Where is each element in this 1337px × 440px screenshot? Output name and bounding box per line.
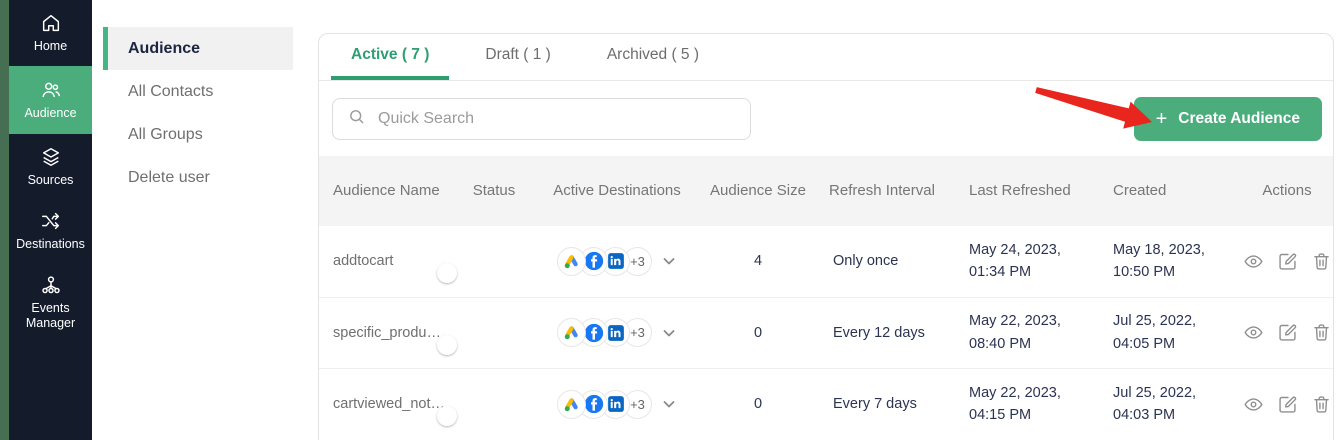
chevron-down-icon[interactable] [661,253,677,269]
destinations-icon [40,210,62,232]
tab-draft[interactable]: Draft ( 1 ) [465,34,570,80]
app-root: Home Audience Sources Destinations Events Ma… [0,0,1337,440]
delete-icon[interactable] [1311,322,1332,343]
table-body: addtocart +3 4 Only once May 24, 2023, 01:34 … [319,226,1333,440]
sidebar-item-audience[interactable]: Audience [103,27,293,70]
nav-item-events-manager[interactable]: Events Manager [9,264,92,341]
nav-item-destinations[interactable]: Destinations [9,200,92,262]
column-header-actions: Actions [1262,181,1312,199]
nav-item-label: Destinations [16,237,85,251]
nav-item-label: Events Manager [25,301,76,330]
nav-item-audience[interactable]: Audience [9,66,92,134]
active-destinations-cell: +3 [529,246,705,276]
table-row: specific_produ… +3 0 Every 12 days May 22, 2… [319,298,1333,369]
primary-sidebar: Home Audience Sources Destinations Events Ma… [0,0,92,440]
audience-size-cell: 0 [753,396,763,413]
last-refreshed-cell: May 22, 2023, 08:40 PM [969,313,1061,352]
chevron-down-icon[interactable] [661,325,677,341]
google-ads-icon [557,246,586,276]
created-cell: Jul 25, 2022, 04:03 PM [1113,384,1197,424]
table-row: cartviewed_not… +3 0 Every 7 days May 22, 20… [319,369,1333,440]
refresh-interval-cell: Every 7 days [833,396,917,413]
column-header-audience-name: Audience Name [333,181,440,199]
actions-cell [1241,251,1333,272]
google-ads-icon [557,389,586,419]
home-icon [40,12,62,34]
secondary-sidebar: Audience All Contacts All Groups Delete use… [92,0,310,440]
active-destinations-cell: +3 [529,318,705,348]
last-refreshed-cell: May 22, 2023, 04:15 PM [969,384,1061,424]
actions-cell [1241,394,1333,415]
create-audience-button[interactable]: + Create Audience [1133,96,1322,141]
delete-icon[interactable] [1311,251,1332,272]
refresh-interval-cell: Every 12 days [833,324,925,341]
tab-archived[interactable]: Archived ( 5 ) [587,34,719,80]
column-header-active-destinations: Active Destinations [553,181,681,199]
main-content: Active ( 7 ) Draft ( 1 ) Archived ( 5 ) + … [310,0,1337,440]
view-icon[interactable] [1243,394,1264,415]
tab-label: Active ( 7 ) [351,46,430,63]
nav-item-label: Sources [27,173,74,187]
actions-cell [1241,322,1333,343]
toolbar: + Create Audience [319,81,1333,156]
sidebar-item-label: Delete user [128,168,210,186]
view-icon[interactable] [1243,251,1264,272]
chevron-down-icon[interactable] [661,396,677,412]
audience-card: Active ( 7 ) Draft ( 1 ) Archived ( 5 ) + … [318,33,1334,440]
table-header: Audience Name Status Active Destinations Au… [319,156,1333,226]
sidebar-item-label: All Groups [128,125,203,143]
tab-label: Archived ( 5 ) [606,46,700,63]
nav-item-label: Audience [24,106,77,120]
search-box[interactable] [332,97,751,140]
tab-active[interactable]: Active ( 7 ) [331,34,450,80]
search-icon [347,107,366,131]
refresh-interval-cell: Only once [833,253,899,270]
column-header-last-refreshed: Last Refreshed [969,181,1071,199]
sidebar-item-label: All Contacts [128,82,214,100]
column-header-audience-size: Audience Size [710,181,806,199]
nav-item-home[interactable]: Home [9,2,92,64]
created-cell: May 18, 2023, 10:50 PM [1113,241,1205,281]
sidebar-item-all-contacts[interactable]: All Contacts [103,70,293,113]
nav-item-sources[interactable]: Sources [9,136,92,198]
delete-icon[interactable] [1311,394,1332,415]
table-row: addtocart +3 4 Only once May 24, 2023, 01:34 … [319,226,1333,298]
plus-icon: + [1155,107,1168,130]
sidebar-item-all-groups[interactable]: All Groups [103,113,293,156]
edit-icon[interactable] [1277,251,1298,272]
audience-size-cell: 0 [753,324,763,341]
tab-label: Draft ( 1 ) [485,46,551,63]
google-ads-icon [557,318,586,348]
column-header-status: Status [472,181,516,199]
audience-icon [40,79,62,101]
column-header-refresh-interval: Refresh Interval [829,181,935,199]
sidebar-item-label: Audience [128,39,201,57]
search-input[interactable] [378,109,736,128]
column-header-created: Created [1113,181,1167,199]
events-manager-icon [40,274,62,296]
nav-item-label: Home [33,39,68,53]
active-destinations-cell: +3 [529,389,705,419]
tab-bar: Active ( 7 ) Draft ( 1 ) Archived ( 5 ) [319,34,1333,81]
edit-icon[interactable] [1277,394,1298,415]
create-audience-label: Create Audience [1178,109,1300,127]
last-refreshed-cell: May 24, 2023, 01:34 PM [969,241,1061,281]
audience-size-cell: 4 [753,253,763,270]
view-icon[interactable] [1243,322,1264,343]
edit-icon[interactable] [1277,322,1298,343]
sidebar-item-delete-user[interactable]: Delete user [103,156,293,199]
created-cell: Jul 25, 2022, 04:05 PM [1113,313,1197,352]
sources-icon [40,146,62,168]
